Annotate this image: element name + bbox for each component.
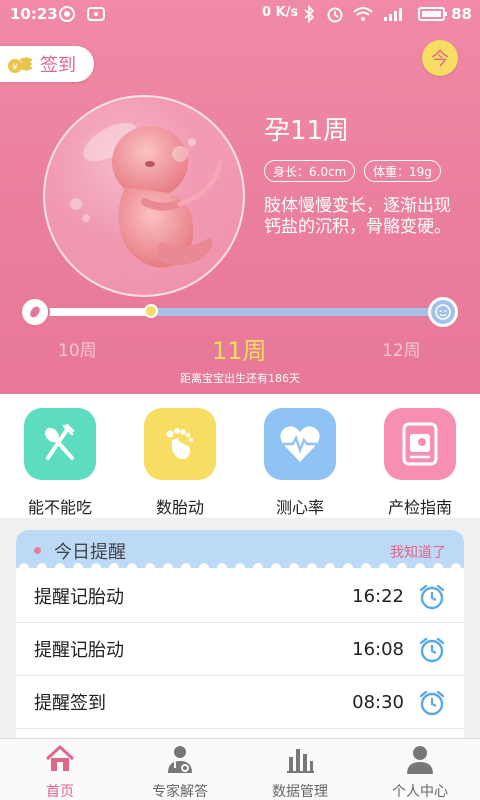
battery-icon xyxy=(418,7,447,21)
feature-can-eat[interactable]: 能不能吃 xyxy=(0,408,120,518)
reminder-time: 16:22 xyxy=(352,585,404,607)
tab-expert[interactable]: 专家解答 xyxy=(120,743,240,800)
reminder-label: 提醒签到 xyxy=(34,693,106,714)
footprint-icon xyxy=(144,408,216,480)
home-icon xyxy=(45,745,75,771)
reminder-card: 今日提醒 我知道了 提醒记胎动 16:22 提醒记胎动 16:08 提醒签到 0… xyxy=(16,530,464,740)
acknowledge-button[interactable]: 我知道了 xyxy=(390,542,446,562)
birth-countdown: 距离宝宝出生还有186天 xyxy=(180,372,300,385)
next-week-button[interactable]: 12周 xyxy=(382,336,421,361)
pregnancy-week-title: 孕11周 xyxy=(264,116,350,146)
fetal-length-badge: 身长：6.0cm xyxy=(264,160,356,182)
heart-rate-icon xyxy=(264,408,336,480)
feature-fetal-movement[interactable]: 数胎动 xyxy=(120,408,240,518)
alarm-clock-icon[interactable] xyxy=(418,636,446,664)
feature-heart-rate[interactable]: 测心率 xyxy=(240,408,360,518)
feature-prenatal-guide[interactable]: 产检指南 xyxy=(360,408,480,518)
signal-icon xyxy=(384,8,402,21)
tab-profile[interactable]: 个人中心 xyxy=(360,743,480,800)
tab-home[interactable]: 首页 xyxy=(0,743,120,800)
tab-label: 数据管理 xyxy=(272,784,328,800)
app-notification-icon xyxy=(59,6,75,22)
fetus-illustration xyxy=(43,95,245,297)
today-button[interactable]: 今 xyxy=(422,40,458,76)
previous-week-button[interactable]: 10周 xyxy=(58,336,97,361)
tab-data[interactable]: 数据管理 xyxy=(240,743,360,800)
fetal-weight-badge: 体重：19g xyxy=(364,160,441,182)
status-time: 10:23 xyxy=(10,5,58,23)
tab-label: 个人中心 xyxy=(392,784,448,800)
feature-label: 能不能吃 xyxy=(27,498,92,517)
user-icon xyxy=(407,746,433,774)
week-description: 肢体慢慢变长，逐渐出现钙盐的沉积，骨骼变硬。 xyxy=(264,196,451,237)
embryo-icon xyxy=(30,306,40,318)
feature-label: 数胎动 xyxy=(155,498,204,517)
today-label: 今 xyxy=(431,49,449,70)
reminder-row[interactable]: 提醒记胎动 16:08 xyxy=(16,623,464,676)
reminder-title: 今日提醒 xyxy=(54,542,126,563)
bar-chart-icon xyxy=(287,749,314,773)
reminder-time: 08:30 xyxy=(352,691,404,713)
progress-track-remaining xyxy=(150,308,438,316)
reminder-card-header: 今日提醒 我知道了 xyxy=(16,530,464,574)
feature-label: 产检指南 xyxy=(387,498,452,517)
progress-start-marker xyxy=(20,297,50,327)
progress-track-done xyxy=(38,308,150,316)
checkin-label: 签到 xyxy=(40,55,76,76)
tab-label: 专家解答 xyxy=(152,784,208,800)
hero-banner: 10:23 0 K/s 88 ¥ 签到 今 孕11周 身长：6.0cm 体重：1… xyxy=(0,0,480,394)
progress-knob[interactable] xyxy=(144,304,158,318)
reminder-label: 提醒记胎动 xyxy=(34,587,124,608)
checkin-button[interactable]: ¥ 签到 xyxy=(0,46,94,82)
tab-label: 首页 xyxy=(46,784,74,800)
reminder-time: 16:08 xyxy=(352,638,404,660)
feature-grid: 能不能吃 数胎动 测心率 产检指南 xyxy=(0,394,480,518)
network-speed: 0 K/s xyxy=(262,5,299,20)
alarm-status-icon xyxy=(327,7,343,23)
coins-icon: ¥ xyxy=(8,57,32,73)
reminder-label: 提醒记胎动 xyxy=(34,640,124,661)
header-dot xyxy=(34,547,41,554)
current-week-label: 11周 xyxy=(212,337,267,365)
fork-spoon-icon xyxy=(24,408,96,480)
ultrasound-icon xyxy=(384,408,456,480)
feature-label: 测心率 xyxy=(275,498,324,517)
progress-end-marker xyxy=(428,297,458,327)
alarm-clock-icon[interactable] xyxy=(418,689,446,717)
bluetooth-icon xyxy=(304,5,315,23)
reminder-row[interactable]: 提醒签到 08:30 xyxy=(16,676,464,729)
alarm-clock-icon[interactable] xyxy=(418,583,446,611)
wifi-icon xyxy=(353,7,373,21)
doctor-icon xyxy=(168,746,192,773)
svg-text:¥: ¥ xyxy=(12,63,18,73)
battery-level: 88 xyxy=(451,5,472,23)
bottom-tab-bar: 首页 专家解答 数据管理 个人中心 xyxy=(0,738,480,800)
baby-face-icon xyxy=(435,304,451,320)
status-bar: 10:23 0 K/s 88 xyxy=(0,0,480,28)
message-notification-icon xyxy=(87,7,105,21)
reminder-row[interactable]: 提醒记胎动 16:22 xyxy=(16,570,464,623)
